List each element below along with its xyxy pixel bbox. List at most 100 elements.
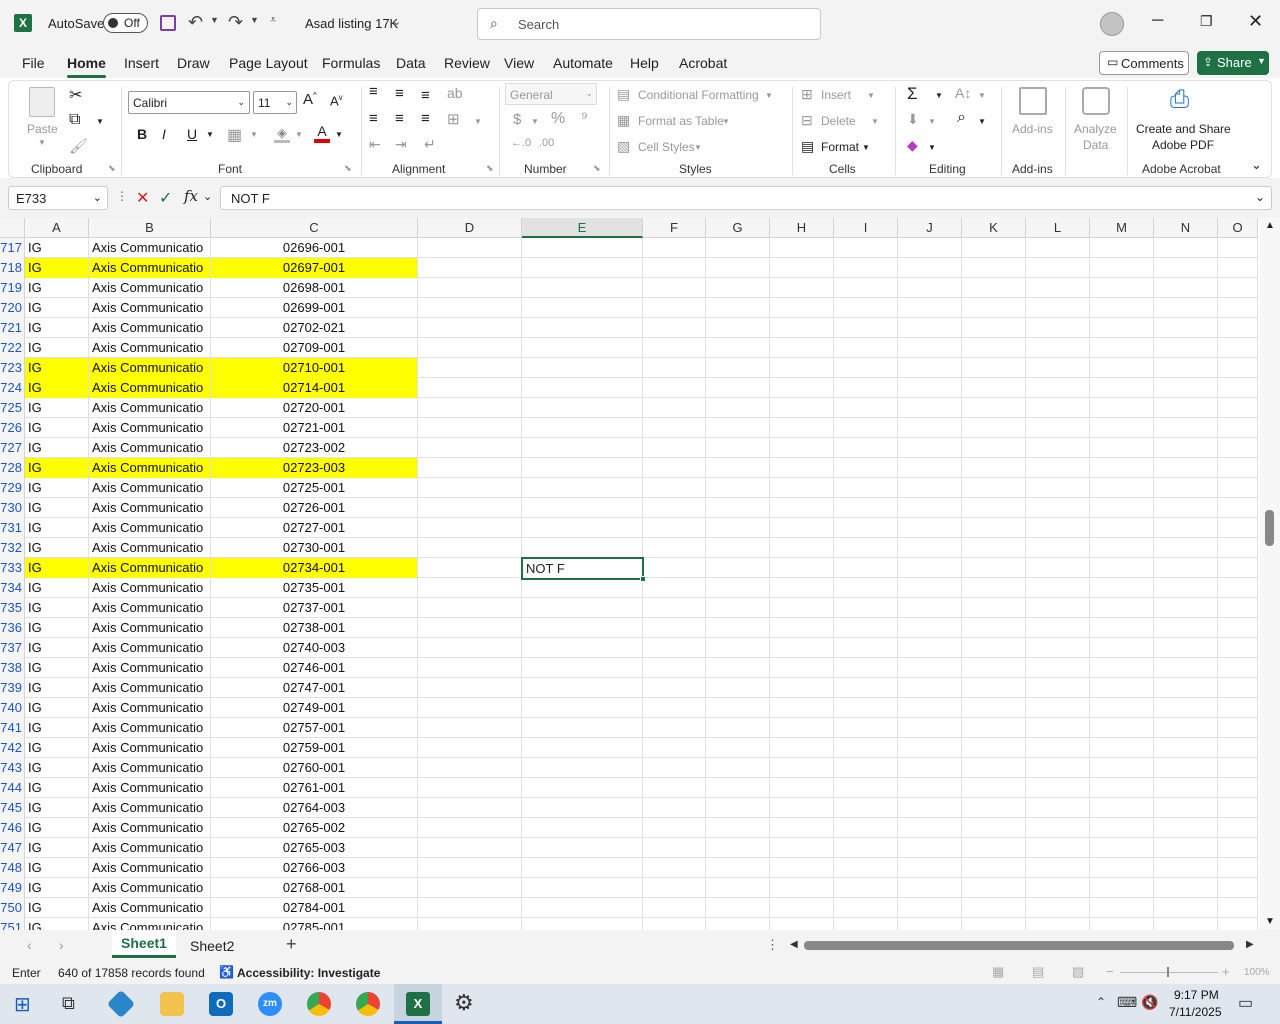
cell-empty[interactable]	[1090, 438, 1154, 458]
cell-empty[interactable]	[898, 538, 962, 558]
cell-b[interactable]: Axis Communicatio	[89, 538, 211, 558]
cell-empty[interactable]	[898, 438, 962, 458]
cell-empty[interactable]	[1154, 658, 1218, 678]
cell-empty[interactable]	[1026, 738, 1090, 758]
cell-empty[interactable]	[834, 798, 898, 818]
cell-empty[interactable]	[1090, 338, 1154, 358]
cell-empty[interactable]	[1090, 298, 1154, 318]
cell-empty[interactable]	[1026, 678, 1090, 698]
cell-empty[interactable]	[1154, 898, 1218, 918]
cell-empty[interactable]	[962, 298, 1026, 318]
row-number[interactable]: 743	[0, 758, 25, 778]
cell-empty[interactable]	[834, 338, 898, 358]
cell-a[interactable]: IG	[25, 758, 89, 778]
cell-empty[interactable]	[643, 378, 706, 398]
cell-b[interactable]: Axis Communicatio	[89, 378, 211, 398]
font-size-select[interactable]: 11 ⌄	[253, 91, 297, 114]
cell-empty[interactable]	[834, 498, 898, 518]
cell-empty[interactable]	[418, 618, 522, 638]
cell-a[interactable]: IG	[25, 478, 89, 498]
cell-empty[interactable]	[706, 698, 770, 718]
cell-empty[interactable]	[1090, 698, 1154, 718]
cell-empty[interactable]	[522, 338, 643, 358]
cell-empty[interactable]	[1154, 258, 1218, 278]
cell-empty[interactable]	[962, 698, 1026, 718]
cell-empty[interactable]	[770, 598, 834, 618]
cell-empty[interactable]	[898, 278, 962, 298]
cell-empty[interactable]	[522, 418, 643, 438]
zoom-out-icon[interactable]: −	[1106, 964, 1114, 979]
cell-empty[interactable]	[898, 658, 962, 678]
cond-format-dropdown-icon[interactable]: ▼	[765, 91, 773, 100]
row-number[interactable]: 742	[0, 738, 25, 758]
cell-empty[interactable]	[1218, 858, 1258, 878]
cell-c[interactable]: 02709-001	[211, 338, 418, 358]
cell-empty[interactable]	[770, 558, 834, 578]
cell-empty[interactable]	[770, 778, 834, 798]
row-number[interactable]: 720	[0, 298, 25, 318]
cell-empty[interactable]	[1154, 418, 1218, 438]
cell-empty[interactable]	[1026, 258, 1090, 278]
cell-empty[interactable]	[643, 778, 706, 798]
cell-empty[interactable]	[706, 918, 770, 930]
format-cells-button[interactable]: Format	[821, 140, 859, 154]
notifications-icon[interactable]: ▭	[1238, 993, 1253, 1013]
cell-empty[interactable]	[898, 318, 962, 338]
cell-empty[interactable]	[898, 458, 962, 478]
cell-empty[interactable]	[1026, 518, 1090, 538]
italic-icon[interactable]: I	[162, 126, 166, 142]
cell-c[interactable]: 02725-001	[211, 478, 418, 498]
orientation-icon[interactable]: ab	[447, 85, 463, 101]
cell-a[interactable]: IG	[25, 638, 89, 658]
cell-empty[interactable]	[1090, 458, 1154, 478]
row-number[interactable]: 732	[0, 538, 25, 558]
cell-empty[interactable]	[418, 258, 522, 278]
cell-empty[interactable]	[643, 698, 706, 718]
cell-b[interactable]: Axis Communicatio	[89, 738, 211, 758]
cell-empty[interactable]	[1090, 518, 1154, 538]
cell-empty[interactable]	[522, 838, 643, 858]
cell-empty[interactable]	[522, 518, 643, 538]
cell-b[interactable]: Axis Communicatio	[89, 898, 211, 918]
cell-empty[interactable]	[1154, 278, 1218, 298]
cell-empty[interactable]	[522, 698, 643, 718]
cell-empty[interactable]	[962, 638, 1026, 658]
cell-b[interactable]: Axis Communicatio	[89, 438, 211, 458]
cell-b[interactable]: Axis Communicatio	[89, 778, 211, 798]
tab-view[interactable]: View	[504, 55, 534, 71]
cell-empty[interactable]	[706, 638, 770, 658]
cell-empty[interactable]	[1026, 558, 1090, 578]
cell-c[interactable]: 02730-001	[211, 538, 418, 558]
cell-empty[interactable]	[898, 718, 962, 738]
cell-empty[interactable]	[898, 518, 962, 538]
tab-acrobat[interactable]: Acrobat	[679, 55, 727, 71]
cell-empty[interactable]	[1026, 858, 1090, 878]
cell-empty[interactable]	[834, 438, 898, 458]
align-top-icon[interactable]: ≡	[369, 83, 378, 100]
cell-empty[interactable]	[770, 498, 834, 518]
cell-empty[interactable]	[643, 858, 706, 878]
cell-empty[interactable]	[418, 398, 522, 418]
cell-empty[interactable]	[1154, 378, 1218, 398]
cell-c[interactable]: 02723-002	[211, 438, 418, 458]
cell-empty[interactable]	[418, 298, 522, 318]
cell-empty[interactable]	[643, 238, 706, 258]
cell-empty[interactable]	[1154, 578, 1218, 598]
cell-empty[interactable]	[1154, 878, 1218, 898]
cell-empty[interactable]	[418, 658, 522, 678]
column-header-c[interactable]: C	[211, 218, 418, 238]
zoom-level[interactable]: 100%	[1244, 967, 1270, 978]
cell-empty[interactable]	[898, 798, 962, 818]
cell-empty[interactable]	[1090, 578, 1154, 598]
cell-empty[interactable]	[418, 498, 522, 518]
comments-button[interactable]: ▭ Comments	[1099, 51, 1189, 75]
cell-empty[interactable]	[834, 898, 898, 918]
cell-styles-dropdown-icon[interactable]: ▼	[694, 143, 702, 152]
row-number[interactable]: 749	[0, 878, 25, 898]
cell-c[interactable]: 02698-001	[211, 278, 418, 298]
cell-empty[interactable]	[1026, 398, 1090, 418]
cell-empty[interactable]	[962, 618, 1026, 638]
cell-empty[interactable]	[1090, 558, 1154, 578]
cell-empty[interactable]	[1154, 298, 1218, 318]
cell-c[interactable]: 02723-003	[211, 458, 418, 478]
